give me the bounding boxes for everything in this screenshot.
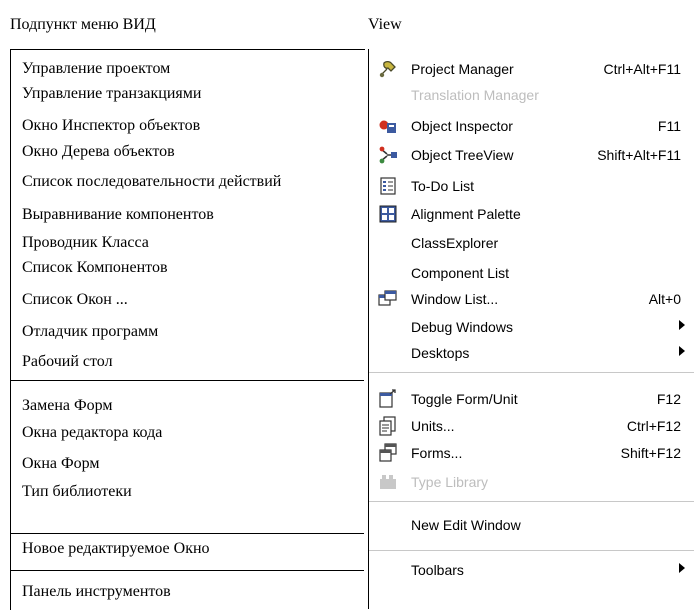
submenu-arrow-icon (679, 320, 685, 330)
menu-item-shortcut: Shift+F12 (620, 445, 681, 461)
menu-item-shortcut: Alt+0 (648, 291, 681, 307)
menu-item-desktops[interactable]: Desktops (369, 342, 694, 364)
menu-item-label: Units... (411, 418, 455, 434)
russian-item: Новое редактируемое Окно (22, 540, 210, 557)
russian-group-divider (10, 570, 364, 571)
menu-item-units[interactable]: Units... Ctrl+F12 (369, 415, 694, 437)
menu-item-shortcut: F12 (656, 391, 681, 407)
menu-item-translation-manager: Translation Manager (369, 84, 694, 106)
view-menu-header: View (368, 16, 402, 33)
russian-item: Окно Дерева объектов (22, 143, 175, 160)
units-icon (378, 416, 398, 436)
russian-item: Замена Форм (22, 397, 113, 414)
menu-item-label: Translation Manager (411, 87, 539, 103)
menu-item-toggle-form-unit[interactable]: Toggle Form/Unit F12 (369, 388, 694, 410)
menu-item-class-explorer[interactable]: ClassExplorer (369, 232, 694, 254)
menu-item-shortcut: Ctrl+Alt+F11 (603, 61, 681, 77)
russian-item: Окна Форм (22, 455, 100, 472)
menu-item-label: Object TreeView (411, 147, 514, 163)
russian-item: Панель инструментов (22, 583, 171, 600)
menu-item-label: Window List... (411, 291, 499, 307)
menu-item-label: Type Library (411, 474, 489, 490)
menu-item-label: Toolbars (411, 562, 464, 578)
menu-item-object-inspector[interactable]: Object Inspector F11 (369, 115, 694, 137)
russian-item: Список Окон ... (22, 291, 128, 308)
russian-group-divider (10, 533, 364, 534)
menu-item-label: Toggle Form/Unit (411, 391, 518, 407)
russian-item: Отладчик программ (22, 323, 159, 340)
menu-item-window-list[interactable]: Window List... Alt+0 (369, 288, 694, 310)
submenu-arrow-icon (679, 563, 685, 573)
object-inspector-icon (378, 116, 398, 136)
alignment-palette-icon (378, 204, 398, 224)
russian-item: Тип библиотеки (22, 483, 132, 500)
menu-item-component-list[interactable]: Component List (369, 262, 694, 284)
menu-separator (369, 550, 694, 551)
menu-item-label: Debug Windows (411, 319, 513, 335)
russian-item: Список последовательности действий (22, 173, 282, 190)
menu-item-label: Object Inspector (411, 118, 513, 134)
toggle-form-unit-icon (378, 389, 398, 409)
menu-item-shortcut: F11 (657, 118, 681, 134)
russian-item: Окна редактора кода (22, 424, 163, 441)
menu-item-type-library: Type Library (369, 471, 694, 493)
menu-item-todo-list[interactable]: To-Do List (369, 175, 694, 197)
menu-item-label: ClassExplorer (411, 235, 499, 251)
menu-item-debug-windows[interactable]: Debug Windows (369, 316, 694, 338)
menu-item-new-edit-window[interactable]: New Edit Window (369, 514, 694, 536)
menu-item-label: Forms... (411, 445, 463, 461)
menu-item-label: Alignment Palette (411, 206, 521, 222)
russian-item: Выравнивание компонентов (22, 206, 214, 223)
russian-item: Управление проектом (22, 60, 171, 77)
object-treeview-icon (378, 145, 398, 165)
todo-list-icon (378, 176, 398, 196)
russian-group-divider (10, 380, 364, 381)
russian-item: Список Компонентов (22, 259, 168, 276)
menu-item-label: New Edit Window (411, 517, 521, 533)
view-menu: Project Manager Ctrl+Alt+F11 Translation… (368, 49, 694, 609)
submenu-arrow-icon (679, 346, 685, 356)
russian-item: Окно Инспектор объектов (22, 117, 201, 134)
window-list-icon (378, 289, 398, 309)
menu-item-shortcut: Ctrl+F12 (626, 418, 681, 434)
menu-item-project-manager[interactable]: Project Manager Ctrl+Alt+F11 (369, 58, 694, 80)
menu-item-toolbars[interactable]: Toolbars (369, 559, 694, 581)
menu-item-shortcut: Shift+Alt+F11 (597, 147, 681, 163)
russian-item: Управление транзакциями (22, 85, 202, 102)
project-manager-icon (378, 59, 398, 79)
menu-separator (369, 372, 694, 373)
menu-item-label: Component List (411, 265, 510, 281)
russian-column-header: Подпункт меню ВИД (10, 16, 156, 33)
type-library-icon (378, 472, 398, 492)
russian-item: Рабочий стол (22, 353, 113, 370)
menu-item-label: Project Manager (411, 61, 514, 77)
menu-item-label: To-Do List (411, 178, 475, 194)
menu-item-object-treeview[interactable]: Object TreeView Shift+Alt+F11 (369, 144, 694, 166)
menu-item-forms[interactable]: Forms... Shift+F12 (369, 442, 694, 464)
menu-separator (369, 501, 694, 502)
menu-item-label: Desktops (411, 345, 470, 361)
menu-item-alignment-palette[interactable]: Alignment Palette (369, 203, 694, 225)
forms-icon (378, 443, 398, 463)
russian-item: Проводник Класса (22, 234, 149, 251)
